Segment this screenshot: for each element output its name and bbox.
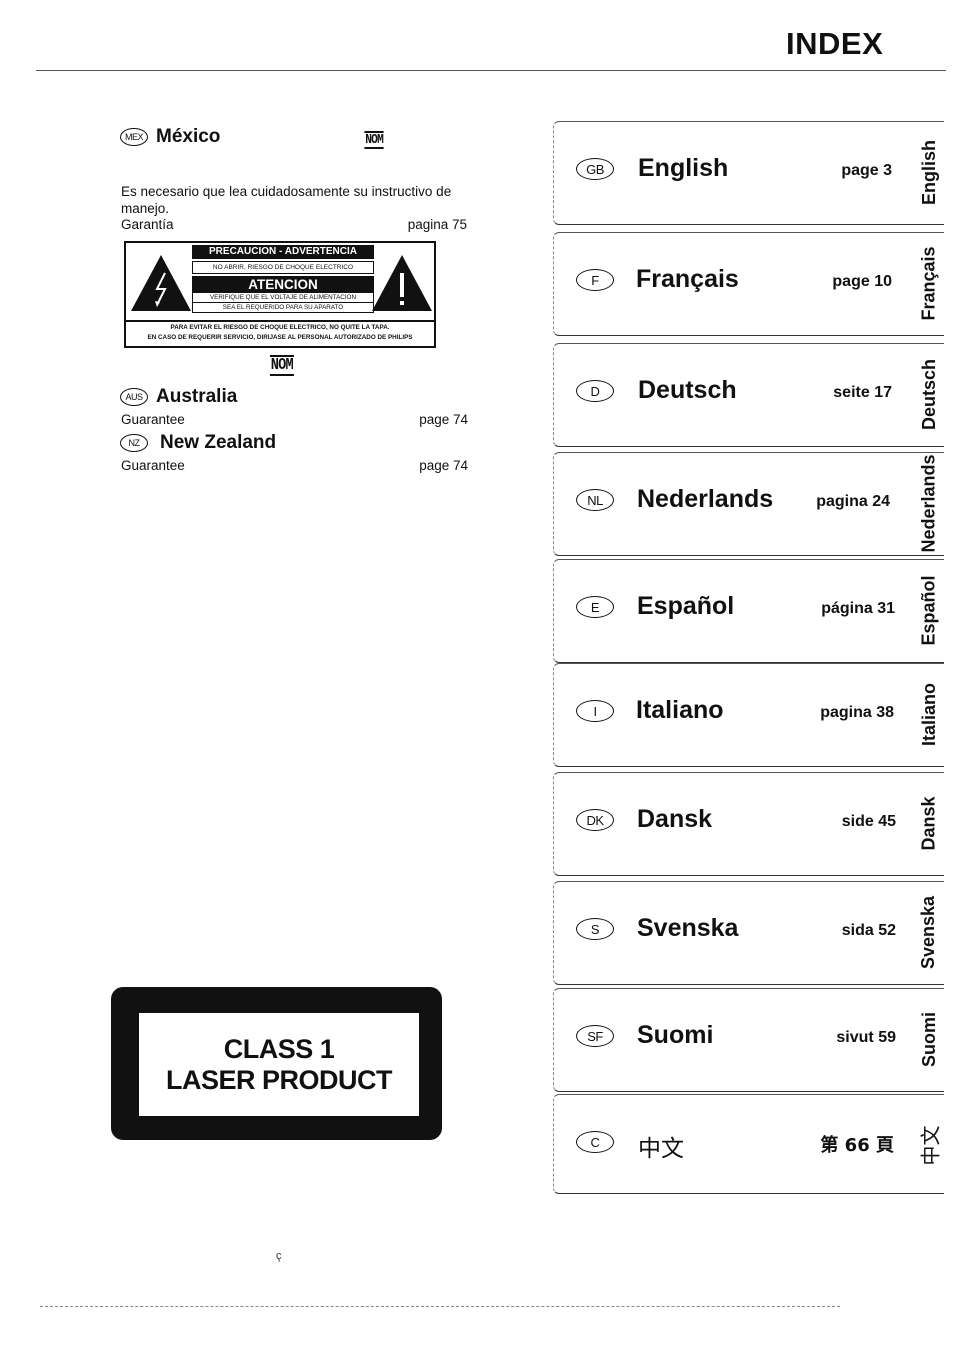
language-name: Suomi (637, 1021, 714, 1049)
language-entry-dansk[interactable]: DK Dansk side 45 Dansk (553, 772, 944, 876)
c-badge-icon: C (576, 1131, 614, 1153)
scan-artifact: ç (276, 1250, 282, 1262)
mexico-guarantee-row: Garantía pagina 75 (121, 217, 467, 232)
language-page: página 31 (821, 600, 895, 617)
language-page: sivut 59 (836, 1029, 896, 1046)
side-tab[interactable]: English (916, 122, 942, 222)
side-tab-label: Italiano (918, 682, 939, 746)
language-name: Español (637, 592, 735, 620)
e-badge-icon: E (576, 596, 614, 618)
new-zealand-heading: NZ New Zealand (120, 432, 276, 454)
language-page: page 3 (841, 162, 892, 179)
language-page: pagina 38 (820, 704, 894, 721)
language-name: Svenska (637, 914, 739, 942)
side-tab[interactable]: 中文 (916, 1095, 943, 1195)
australia-name: Australia (156, 386, 238, 407)
mexico-heading: MEX México (120, 126, 220, 148)
language-entry-suomi[interactable]: SF Suomi sivut 59 Suomi (553, 988, 944, 1092)
language-entry-nederlands[interactable]: NL Nederlands pagina 24 Nederlands (553, 452, 944, 556)
language-name: Deutsch (638, 376, 737, 404)
guarantee-label: Guarantee (121, 412, 185, 427)
electric-warning-label: PRECAUCION - ADVERTENCIA NO ABRIR, RIESG… (124, 241, 436, 348)
language-entry-italiano[interactable]: I Italiano pagina 38 Italiano (553, 663, 944, 767)
side-tab[interactable]: Deutsch (916, 344, 942, 444)
new-zealand-name: New Zealand (160, 432, 277, 453)
guarantee-page: page 74 (419, 412, 468, 427)
side-tab-label: English (918, 139, 939, 205)
language-entry-svenska[interactable]: S Svenska sida 52 Svenska (553, 881, 944, 985)
mexico-instruction: Es necesario que lea cuidadosamente su i… (121, 184, 452, 216)
language-page: seite 17 (833, 384, 892, 401)
warning-header: PRECAUCION - ADVERTENCIA (192, 245, 374, 259)
mexico-name: México (156, 126, 221, 147)
language-name: Italiano (636, 696, 724, 724)
lightning-warning-icon (131, 255, 191, 311)
nom-mark-2: NOM (269, 355, 294, 376)
side-tab-label: Dansk (918, 795, 939, 851)
guarantee-label: Guarantee (121, 458, 185, 473)
language-page: pagina 24 (816, 493, 890, 510)
d-badge-icon: D (576, 380, 614, 402)
australia-heading: AUS Australia (120, 386, 237, 408)
laser-product-label: CLASS 1 LASER PRODUCT (111, 987, 442, 1140)
warning-line2: VERIFIQUE QUE EL VOLTAJE DE ALIMENTACION (192, 293, 374, 303)
language-name: Français (636, 265, 739, 293)
warning-footer2: EN CASO DE REQUERIR SERVICIO, DIRIJASE A… (147, 334, 413, 341)
guarantee-label: Garantía (121, 217, 174, 232)
side-tab-label: Nederlands (918, 453, 939, 553)
side-tab-label: Español (918, 574, 939, 646)
language-entry-francais[interactable]: F Français page 10 Français (553, 232, 944, 336)
australia-guarantee-row: Guarantee page 74 (121, 412, 468, 427)
laser-class: CLASS 1 (223, 1033, 335, 1064)
footer-divider (40, 1306, 840, 1307)
new-zealand-guarantee-row: Guarantee page 74 (121, 458, 468, 473)
laser-product-text: LASER PRODUCT (165, 1064, 393, 1095)
language-name: English (638, 154, 729, 182)
side-tab[interactable]: Svenska (916, 882, 942, 982)
side-tab-label: Svenska (918, 895, 939, 969)
side-tab-label: 中文 (918, 1125, 943, 1165)
side-tab[interactable]: Nederlands (916, 453, 942, 553)
mex-badge-icon: MEX (120, 128, 148, 146)
warning-footer1: PARA EVITAR EL RIESGO DE CHOQUE ELECTRIC… (170, 324, 390, 331)
language-page: sida 52 (841, 922, 896, 939)
language-entry-english[interactable]: GB English page 3 English (553, 121, 944, 225)
guarantee-page: pagina 75 (407, 217, 467, 232)
sf-badge-icon: SF (576, 1025, 614, 1047)
language-entry-chinese[interactable]: C 中文 第 66 頁 中文 (553, 1094, 944, 1194)
f-badge-icon: F (576, 269, 614, 291)
warning-atencion: ATENCION (192, 276, 374, 293)
header-divider (36, 70, 946, 71)
side-tab[interactable]: Italiano (916, 664, 942, 764)
side-tab-label: Suomi (918, 1011, 939, 1067)
page-title: INDEX (786, 26, 884, 61)
language-page: page 10 (832, 273, 892, 290)
side-tab[interactable]: Español (916, 560, 942, 660)
language-name: Dansk (637, 805, 713, 833)
gb-badge-icon: GB (576, 158, 614, 180)
aus-badge-icon: AUS (120, 388, 148, 406)
language-page: 第 66 頁 (820, 1135, 894, 1156)
warning-line3: SEA EL REQUERIDO PARA SU APARATO (192, 303, 374, 313)
warning-line1: NO ABRIR, RIESGO DE CHOQUE ELECTRICO (192, 261, 374, 274)
language-page: side 45 (841, 813, 896, 830)
side-tab-label: Français (918, 245, 939, 321)
language-name: Nederlands (637, 485, 774, 513)
dk-badge-icon: DK (576, 809, 614, 831)
side-tab[interactable]: Suomi (916, 989, 942, 1089)
side-tab[interactable]: Français (916, 233, 942, 333)
exclamation-warning-icon (372, 255, 432, 311)
s-badge-icon: S (576, 918, 614, 940)
side-tab-label: Deutsch (918, 358, 939, 430)
language-name: 中文 (638, 1136, 684, 1162)
language-entry-espanol[interactable]: E Español página 31 Español (553, 559, 944, 663)
nl-badge-icon: NL (576, 489, 614, 511)
i-badge-icon: I (576, 700, 614, 722)
nom-mark: NOM (364, 131, 384, 149)
guarantee-page: page 74 (419, 458, 468, 473)
side-tab[interactable]: Dansk (916, 773, 942, 873)
language-entry-deutsch[interactable]: D Deutsch seite 17 Deutsch (553, 343, 944, 447)
nz-badge-icon: NZ (120, 434, 148, 452)
